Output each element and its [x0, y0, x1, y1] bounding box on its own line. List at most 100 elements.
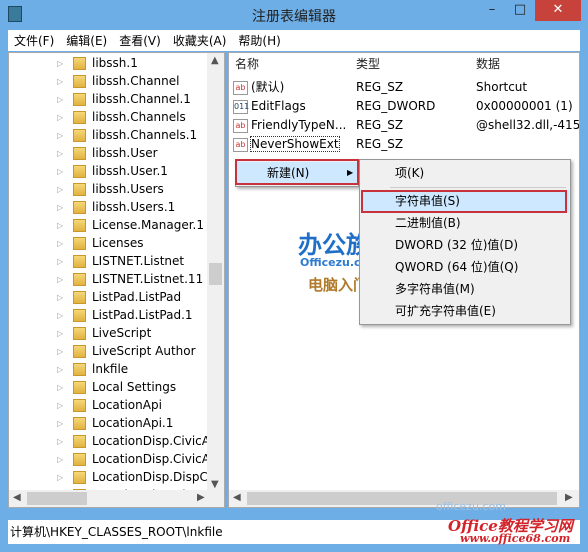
expand-icon[interactable]: ▷	[57, 275, 67, 284]
expand-icon[interactable]: ▷	[57, 185, 67, 194]
binary-value-icon: 011	[233, 99, 249, 114]
value-name-label: FriendlyTypeN...	[251, 118, 347, 132]
expand-icon[interactable]: ▷	[57, 239, 67, 248]
expand-icon[interactable]: ▷	[57, 383, 67, 392]
value-name: ab NeverShowExt	[233, 135, 340, 153]
expand-icon[interactable]: ▷	[57, 347, 67, 356]
expand-icon[interactable]: ▷	[57, 473, 67, 482]
close-button[interactable]: ✕	[535, 0, 581, 21]
tree-item[interactable]: ▷ LocationApi.1	[9, 414, 173, 432]
tree-scroll-thumb[interactable]	[209, 263, 222, 285]
scroll-up-icon[interactable]: ▲	[211, 55, 219, 66]
submenu: 项(K) 字符串值(S) 二进制值(B) DWORD (32 位)值(D) QWORD …	[359, 159, 571, 325]
expand-icon[interactable]: ▷	[57, 437, 67, 446]
expand-icon[interactable]: ▷	[57, 455, 67, 464]
expand-icon[interactable]: ▷	[57, 113, 67, 122]
menu-bar: 文件(F) 编辑(E) 查看(V) 收藏夹(A) 帮助(H)	[8, 30, 580, 51]
scroll-down-icon[interactable]: ▼	[211, 479, 219, 490]
submenu-item[interactable]: 多字符串值(M)	[361, 278, 569, 300]
submenu-item[interactable]: DWORD (32 位)值(D)	[361, 234, 569, 256]
expand-icon[interactable]: ▷	[57, 149, 67, 158]
menu-view[interactable]: 查看(V)	[113, 32, 167, 49]
tree-vertical-scrollbar[interactable]: ▲ ▼	[207, 53, 224, 493]
minimize-button[interactable]: –	[478, 0, 506, 21]
folder-icon	[73, 110, 86, 124]
expand-icon[interactable]: ▷	[57, 311, 67, 320]
expand-icon[interactable]: ▷	[57, 59, 67, 68]
tree-item[interactable]: ▷ LocationDisp.CivicA	[9, 432, 210, 450]
submenu-item[interactable]: 二进制值(B)	[361, 212, 569, 234]
tree-item[interactable]: ▷ libssh.Users.1	[9, 198, 175, 216]
tree-item[interactable]: ▷ LocationDisp.CivicA	[9, 450, 210, 468]
tree-item[interactable]: ▷ ListPad.ListPad.1	[9, 306, 193, 324]
submenu-item[interactable]: 项(K)	[361, 162, 569, 184]
value-name: ab (默认)	[233, 78, 284, 96]
menu-edit[interactable]: 编辑(E)	[60, 32, 113, 49]
expand-icon[interactable]: ▷	[57, 329, 67, 338]
tree-item[interactable]: ▷ libssh.Users	[9, 180, 164, 198]
tree-item-label: libssh.User	[92, 146, 158, 160]
tree-item[interactable]: ▷ Local Settings	[9, 378, 176, 396]
tree-item-label: lnkfile	[92, 362, 129, 376]
values-horizontal-scrollbar[interactable]: ◀ ▶	[229, 490, 579, 507]
expand-icon[interactable]: ▷	[57, 167, 67, 176]
expand-icon[interactable]: ▷	[57, 95, 67, 104]
value-name-label: EditFlags	[251, 99, 306, 113]
menu-help[interactable]: 帮助(H)	[232, 32, 286, 49]
tree-item-label: libssh.Channels.1	[92, 128, 198, 142]
tree-item[interactable]: ▷ libssh.Channel.1	[9, 90, 191, 108]
tree-item-label: LISTNET.Listnet.11	[92, 272, 204, 286]
folder-icon	[73, 236, 86, 250]
folder-icon	[73, 272, 86, 286]
value-name: ab FriendlyTypeN...	[233, 116, 346, 134]
tree-item[interactable]: ▷ Licenses	[9, 234, 144, 252]
tree-item[interactable]: ▷ LocationDisp.DispCi	[9, 468, 211, 486]
value-name-label: (默认)	[251, 80, 285, 94]
tree-horizontal-scrollbar[interactable]: ◀ ▶	[9, 490, 224, 507]
tree-item[interactable]: ▷ License.Manager.1	[9, 216, 204, 234]
tree-item[interactable]: ▷ lnkfile	[9, 360, 128, 378]
column-header-type[interactable]: 类型	[356, 53, 380, 75]
maximize-button[interactable]: □	[506, 0, 534, 21]
submenu-item[interactable]: 可扩充字符串值(E)	[361, 300, 569, 322]
expand-icon[interactable]: ▷	[57, 293, 67, 302]
folder-icon	[73, 164, 86, 178]
folder-icon	[73, 308, 86, 322]
tree-item[interactable]: ▷ libssh.User.1	[9, 162, 168, 180]
expand-icon[interactable]: ▷	[57, 77, 67, 86]
value-data: Shortcut	[476, 80, 528, 94]
tree-item-label: libssh.1	[92, 56, 138, 70]
tree-item[interactable]: ▷ libssh.User	[9, 144, 158, 162]
folder-icon	[73, 344, 86, 358]
tree-item[interactable]: ▷ libssh.Channel	[9, 72, 179, 90]
value-type: REG_SZ	[356, 137, 404, 151]
submenu-item[interactable]: QWORD (64 位)值(Q)	[361, 256, 569, 278]
expand-icon[interactable]: ▷	[57, 221, 67, 230]
expand-icon[interactable]: ▷	[57, 365, 67, 374]
menu-file[interactable]: 文件(F)	[8, 32, 60, 49]
tree-item[interactable]: ▷ LiveScript Author	[9, 342, 196, 360]
expand-icon[interactable]: ▷	[57, 401, 67, 410]
tree-hscroll-thumb[interactable]	[27, 492, 87, 505]
column-header-name[interactable]: 名称	[235, 53, 259, 75]
tree-item[interactable]: ▷ libssh.Channels	[9, 108, 186, 126]
column-header-data[interactable]: 数据	[476, 53, 500, 75]
expand-icon[interactable]: ▷	[57, 203, 67, 212]
scroll-right-icon[interactable]: ▶	[565, 492, 573, 503]
tree-item[interactable]: ▷ LISTNET.Listnet.11	[9, 270, 203, 288]
values-hscroll-thumb[interactable]	[247, 492, 557, 505]
expand-icon[interactable]: ▷	[57, 131, 67, 140]
menu-favorites[interactable]: 收藏夹(A)	[167, 32, 233, 49]
scroll-left-icon[interactable]: ◀	[233, 492, 241, 503]
tree-item[interactable]: ▷ LiveScript	[9, 324, 151, 342]
tree-item[interactable]: ▷ ListPad.ListPad	[9, 288, 181, 306]
expand-icon[interactable]: ▷	[57, 419, 67, 428]
tree-item[interactable]: ▷ libssh.1	[9, 54, 138, 72]
scroll-right-icon[interactable]: ▶	[197, 492, 205, 503]
tree-item[interactable]: ▷ LocationApi	[9, 396, 162, 414]
expand-icon[interactable]: ▷	[57, 257, 67, 266]
highlight-box-string-value	[361, 190, 567, 213]
tree-item[interactable]: ▷ LISTNET.Listnet	[9, 252, 184, 270]
scroll-left-icon[interactable]: ◀	[13, 492, 21, 503]
tree-item[interactable]: ▷ libssh.Channels.1	[9, 126, 197, 144]
